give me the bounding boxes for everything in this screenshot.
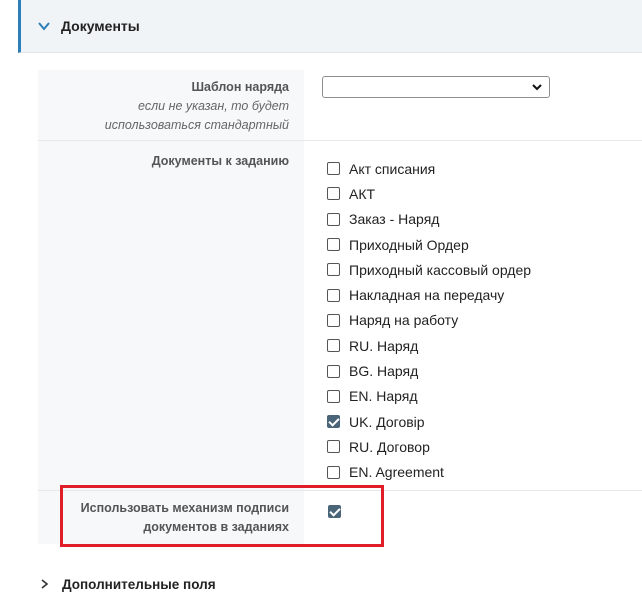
documents-label: Документы к заданию: [151, 154, 289, 168]
document-checkbox[interactable]: [327, 313, 340, 327]
document-option-label: UK. Договір: [349, 413, 425, 430]
footer-section-title: Дополнительные поля: [62, 576, 216, 592]
template-field-label: Шаблон наряда если не указан, то будет и…: [105, 78, 289, 135]
document-option[interactable]: EN. Наряд: [327, 384, 531, 409]
chevron-right-icon: [41, 579, 49, 589]
document-option-label: Наряд на работу: [349, 312, 459, 329]
document-checkbox[interactable]: [327, 263, 340, 277]
chevron-down-icon: [38, 22, 50, 31]
document-checkbox[interactable]: [327, 288, 340, 302]
document-option-label: EN. Наряд: [349, 388, 418, 405]
document-option[interactable]: АКТ: [327, 181, 531, 206]
document-option-label: Приходный Ордер: [349, 236, 469, 253]
document-checkbox[interactable]: [327, 212, 340, 226]
document-checkbox[interactable]: [327, 389, 340, 403]
labels-column: [38, 70, 304, 544]
document-option-label: Накладная на передачу: [349, 287, 505, 304]
document-checkbox[interactable]: [327, 364, 340, 378]
document-option-label: BG. Наряд: [349, 363, 419, 380]
document-option[interactable]: Наряд на работу: [327, 308, 531, 333]
document-checkbox[interactable]: [327, 415, 340, 429]
document-option-label: Акт списания: [349, 160, 436, 177]
document-checkbox[interactable]: [327, 238, 340, 252]
template-hint-line2: использоваться стандартный: [104, 118, 289, 132]
document-option[interactable]: Приходный Ордер: [327, 232, 531, 257]
additional-fields-section-header[interactable]: Дополнительные поля: [18, 568, 642, 600]
document-option-label: RU. Договор: [349, 438, 430, 455]
document-checkbox[interactable]: [327, 187, 340, 201]
template-label: Шаблон наряда: [191, 80, 289, 94]
document-checkbox[interactable]: [327, 440, 340, 454]
document-option-label: АКТ: [349, 185, 376, 202]
chevron-down-icon: [532, 84, 542, 91]
document-option[interactable]: RU. Наряд: [327, 333, 531, 358]
document-option[interactable]: Заказ - Наряд: [327, 207, 531, 232]
template-hint-line1: если не указан, то будет: [138, 99, 289, 113]
document-option[interactable]: RU. Договор: [327, 434, 531, 459]
document-option[interactable]: EN. Agreement: [327, 460, 531, 485]
document-checkbox[interactable]: [327, 465, 340, 479]
document-option[interactable]: Приходный кассовый ордер: [327, 257, 531, 282]
document-checkbox[interactable]: [327, 162, 340, 176]
document-option[interactable]: Акт списания: [327, 156, 531, 181]
section-title: Документы: [61, 18, 140, 34]
documents-checkbox-list: Акт списания АКТ Заказ - Наряд Приходный Ор…: [327, 156, 531, 485]
document-option-label: EN. Agreement: [349, 464, 444, 481]
documents-section-header[interactable]: Документы: [18, 0, 642, 53]
row-divider: [38, 140, 642, 141]
document-option[interactable]: BG. Наряд: [327, 358, 531, 383]
document-option-label: Приходный кассовый ордер: [349, 261, 532, 278]
document-option[interactable]: UK. Договір: [327, 409, 531, 434]
document-option-label: RU. Наряд: [349, 337, 419, 354]
highlight-frame: [60, 485, 384, 547]
document-checkbox[interactable]: [327, 339, 340, 353]
documents-field-label: Документы к заданию: [152, 152, 289, 171]
template-select[interactable]: [322, 76, 550, 98]
document-option-label: Заказ - Наряд: [349, 211, 440, 228]
document-option[interactable]: Накладная на передачу: [327, 282, 531, 307]
